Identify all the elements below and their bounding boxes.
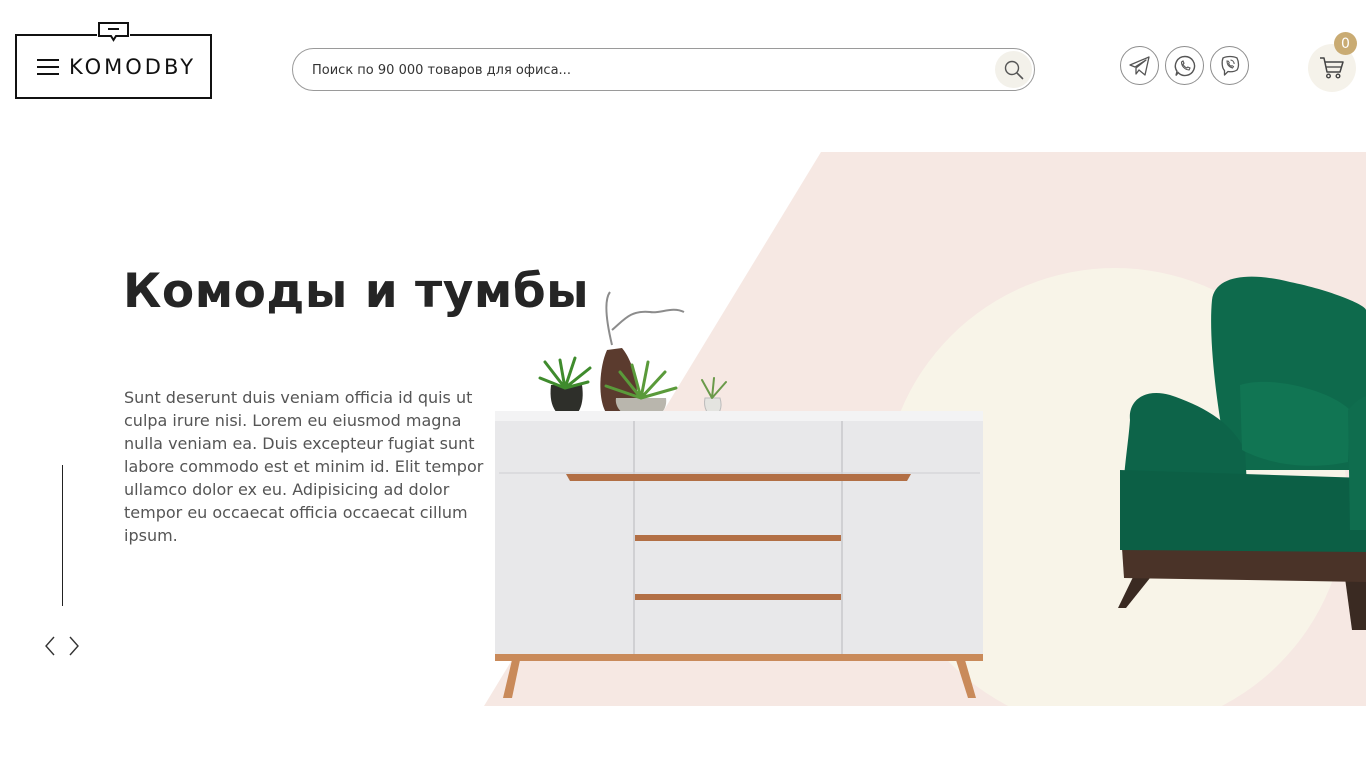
slider-next-button[interactable] — [66, 634, 82, 658]
search-icon — [1004, 60, 1023, 79]
cart-count-badge: 0 — [1334, 32, 1357, 55]
chevron-left-icon — [45, 636, 55, 656]
whatsapp-icon — [1174, 55, 1195, 76]
search-input[interactable] — [310, 49, 994, 92]
slider-progress-line — [62, 465, 63, 606]
hero-description: Sunt deserunt duis veniam officia id qui… — [124, 388, 484, 545]
viber-button[interactable] — [1210, 46, 1249, 85]
hero-title: Комоды и тумбы — [123, 264, 590, 319]
viber-icon — [1221, 55, 1239, 76]
whatsapp-button[interactable] — [1165, 46, 1204, 85]
hamburger-icon — [37, 58, 59, 75]
speech-bubble-icon — [97, 22, 130, 42]
logo-text: KOMODBY — [69, 54, 197, 79]
logo-menu-button[interactable]: KOMODBY — [15, 22, 212, 99]
telegram-icon — [1128, 55, 1150, 76]
slider-prev-button[interactable] — [42, 634, 58, 658]
cart-icon — [1320, 57, 1344, 79]
chevron-right-icon — [69, 636, 79, 656]
search-button[interactable] — [995, 51, 1032, 88]
telegram-button[interactable] — [1120, 46, 1159, 85]
search-bar — [292, 48, 1035, 92]
page: KOMODBY Поиск по 90 000 товаров для офис… — [0, 0, 1366, 768]
commode-image — [495, 411, 983, 698]
